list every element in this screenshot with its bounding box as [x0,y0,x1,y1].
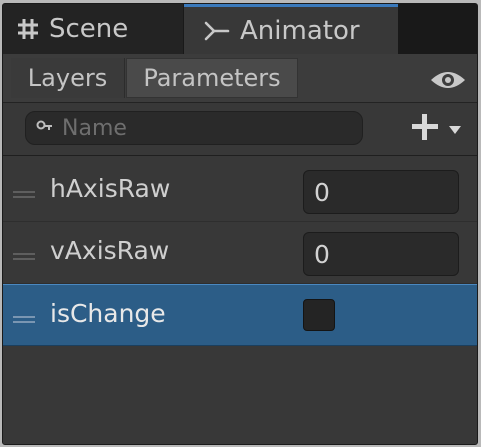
add-parameter-button[interactable] [403,111,469,147]
tab-label: Animator [240,15,360,46]
tab-layers[interactable]: Layers [11,58,125,98]
drag-handle-icon[interactable] [13,246,35,265]
animator-icon [204,20,230,42]
animator-window: Scene Animator Layers Parameters Name hA… [2,3,478,445]
tab-parameters[interactable]: Parameters [126,58,298,98]
plus-icon [410,112,440,146]
tab-label: Parameters [143,64,281,92]
drag-handle-icon[interactable] [13,184,35,203]
list-empty-area [3,346,477,444]
eye-icon[interactable] [429,70,467,94]
chevron-down-icon [448,120,462,139]
tab-label: Scene [49,14,129,44]
float-value-field[interactable]: 0 [303,232,459,276]
grid-icon [17,18,39,40]
parameter-row-ischange[interactable]: isChange [3,284,477,346]
tab-scene[interactable]: Scene [3,4,183,54]
parameter-name: hAxisRaw [50,174,171,203]
search-icon [36,119,54,138]
parameter-search-row [3,103,477,156]
bool-checkbox[interactable] [303,299,335,331]
parameter-row-haxisraw[interactable]: hAxisRaw 0 [3,160,477,222]
window-tab-strip: Scene Animator [3,4,477,54]
parameter-name: vAxisRaw [50,236,170,265]
parameter-name: isChange [50,299,166,328]
search-field [25,111,363,145]
parameter-row-vaxisraw[interactable]: vAxisRaw 0 [3,222,477,284]
drag-handle-icon[interactable] [13,309,35,328]
tab-label: Layers [27,64,108,92]
search-input[interactable] [60,114,344,142]
parameter-list: hAxisRaw 0 vAxisRaw 0 isChange [3,156,477,444]
animator-subbar: Layers Parameters [3,54,477,103]
float-value-field[interactable]: 0 [303,170,459,214]
tab-animator[interactable]: Animator [184,4,398,54]
